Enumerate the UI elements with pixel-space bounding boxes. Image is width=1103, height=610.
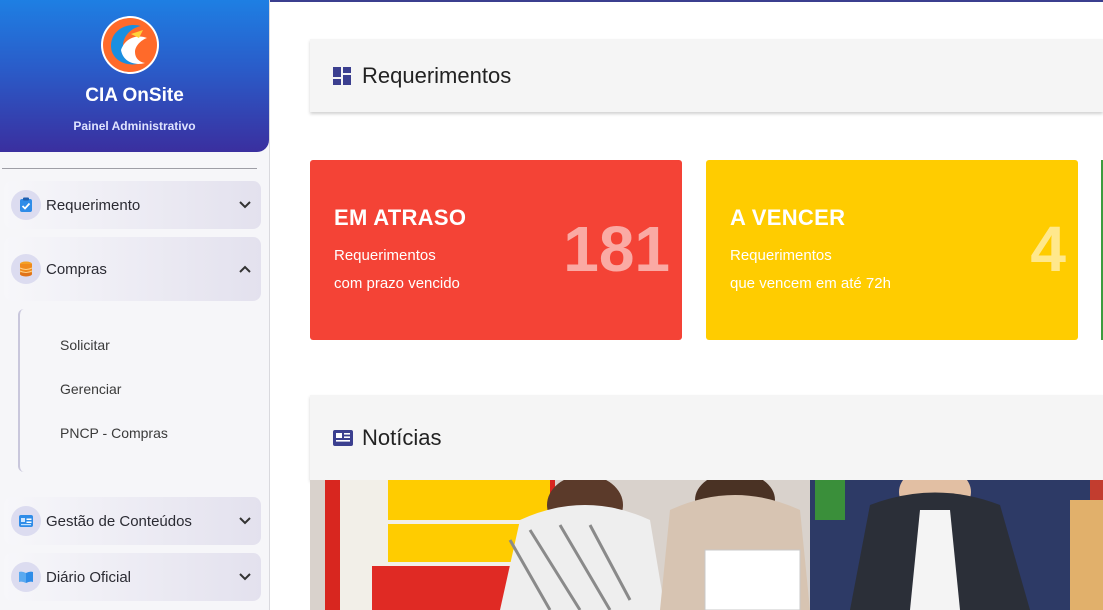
stat-label: EM ATRASO	[334, 205, 467, 230]
submenu-item-pncp-compras[interactable]: PNCP - Compras	[60, 425, 168, 441]
stat-value: 181	[563, 213, 670, 285]
news-featured-image[interactable]	[310, 480, 1103, 610]
stat-card-em-atraso[interactable]: EM ATRASO Requerimentos com prazo vencid…	[310, 160, 682, 340]
sidebar-item-label: Requerimento	[46, 196, 141, 214]
requerimentos-header: Requerimentos	[310, 39, 1103, 112]
sidebar: CIA OnSite Painel Administrativo Requeri…	[0, 0, 270, 610]
brand-subtitle: Painel Administrativo	[73, 119, 196, 133]
brand-header: CIA OnSite Painel Administrativo	[0, 0, 269, 152]
dashboard-icon	[333, 66, 351, 85]
sidebar-item-label: Gestão de Conteúdos	[46, 512, 192, 530]
stat-value: 4	[1030, 213, 1066, 285]
sidebar-item-diario-oficial[interactable]: Diário Oficial	[4, 553, 261, 601]
noticias-title: Notícias	[362, 424, 442, 450]
sidebar-divider	[2, 168, 257, 169]
top-accent-line	[270, 0, 1103, 2]
id-card-icon	[11, 506, 41, 536]
stat-card-a-vencer[interactable]: A VENCER Requerimentos que vencem em até…	[706, 160, 1078, 340]
noticias-header: Notícias	[310, 395, 1103, 480]
stat-description: Requerimentos	[730, 247, 832, 264]
sidebar-item-label: Compras	[46, 260, 107, 278]
chevron-down-icon[interactable]	[229, 195, 261, 215]
compras-submenu-line	[18, 309, 24, 472]
sidebar-item-gestao-de-conteudos[interactable]: Gestão de Conteúdos	[4, 497, 261, 545]
stat-description: com prazo vencido	[334, 275, 460, 292]
chevron-down-icon[interactable]	[229, 511, 261, 531]
stat-description: que vencem em até 72h	[730, 275, 891, 292]
open-book-icon	[11, 562, 41, 592]
submenu-item-gerenciar[interactable]: Gerenciar	[60, 381, 121, 397]
submenu-item-solicitar[interactable]: Solicitar	[60, 337, 110, 353]
clipboard-check-icon	[11, 190, 41, 220]
stat-label: A VENCER	[730, 205, 846, 230]
sidebar-item-compras[interactable]: Compras	[4, 237, 261, 301]
newspaper-icon	[333, 429, 353, 447]
sidebar-item-requerimento[interactable]: Requerimento	[4, 181, 261, 229]
chevron-down-icon[interactable]	[229, 567, 261, 587]
sidebar-item-label: Diário Oficial	[46, 568, 132, 586]
chevron-up-icon[interactable]	[229, 259, 261, 279]
requerimentos-title: Requerimentos	[362, 62, 512, 88]
database-icon	[11, 254, 41, 284]
brand-title: CIA OnSite	[85, 85, 184, 106]
app-logo[interactable]	[101, 16, 159, 74]
stat-description: Requerimentos	[334, 247, 436, 264]
